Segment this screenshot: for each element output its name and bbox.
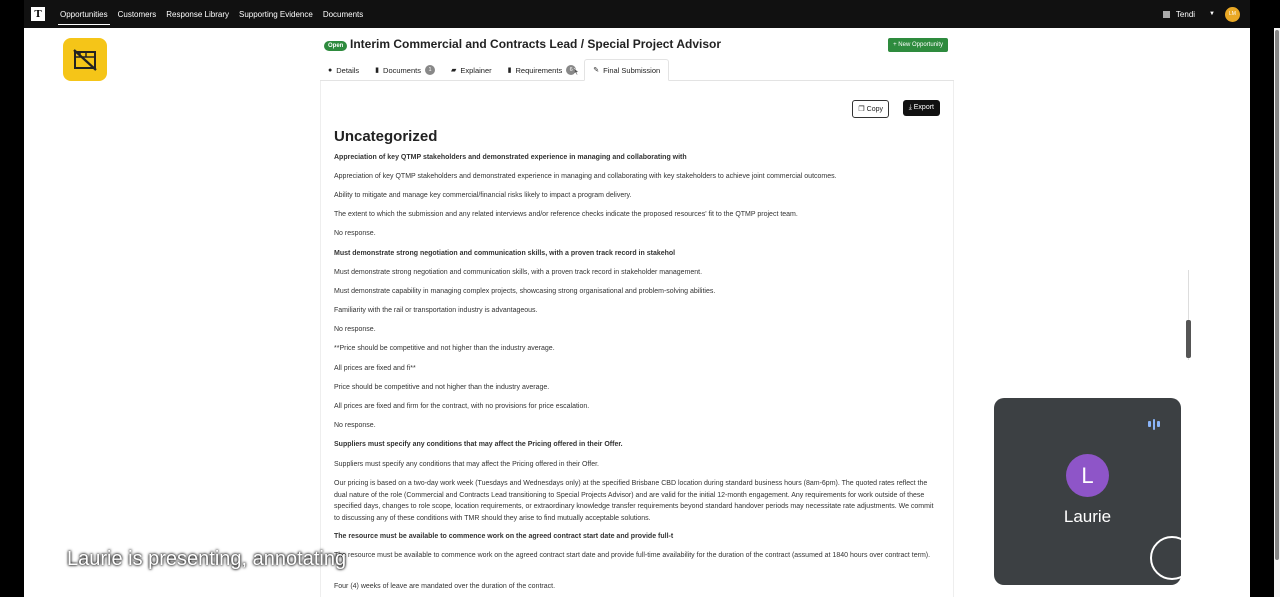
nav-documents[interactable]: Documents — [318, 0, 368, 28]
chevron-down-icon[interactable]: ▼ — [1209, 11, 1215, 17]
nav-opportunities[interactable]: Opportunities — [55, 0, 113, 28]
nav-customers[interactable]: Customers — [113, 0, 162, 28]
export-button[interactable]: ⤓ Export — [902, 100, 940, 116]
info-icon: ● — [328, 66, 333, 74]
copy-button[interactable]: ❐ Copy — [852, 100, 889, 118]
audio-level-icon — [1143, 413, 1165, 435]
annotation-ring — [1150, 536, 1194, 580]
requirement-heading: The resource must be available to commen… — [334, 533, 674, 540]
tab-bar: ● Details ▮ Documents 1 ▰ Explainer ▮ Re… — [320, 59, 954, 81]
section-heading: Uncategorized — [334, 128, 438, 145]
response-paragraph: Our pricing is based on a two-day work w… — [334, 480, 934, 522]
page-title: Interim Commercial and Contracts Lead / … — [350, 37, 721, 51]
tab-documents[interactable]: ▮ Documents 1 — [367, 59, 443, 81]
tab-details[interactable]: ● Details — [320, 59, 367, 81]
tab-explainer[interactable]: ▰ Explainer — [443, 59, 500, 81]
video-off-icon — [73, 48, 97, 71]
clipboard-icon: ▮ — [507, 67, 512, 74]
response-paragraph: No response. — [334, 230, 376, 237]
copy-icon: ❐ — [858, 106, 865, 113]
requirement-heading: Must demonstrate strong negotiation and … — [334, 250, 676, 257]
response-paragraph: Appreciation of key QTMP stakeholders an… — [334, 173, 837, 180]
requirement-heading: Appreciation of key QTMP stakeholders an… — [334, 154, 687, 161]
pen-icon: ✎ — [593, 67, 600, 74]
presenter-avatar: L — [1066, 454, 1109, 497]
tab-label: Explainer — [460, 65, 492, 75]
response-paragraph: No response. — [334, 422, 376, 429]
nav-response-library[interactable]: Response Library — [161, 0, 234, 28]
count-badge: 1 — [424, 65, 435, 75]
tab-final-submission[interactable]: ✎ Final Submission — [584, 59, 670, 81]
final-submission-panel: ❐ Copy ⤓ Export Uncategorized Appreciati… — [320, 81, 954, 597]
avatar[interactable]: LM — [1225, 6, 1240, 22]
export-label: Export — [913, 104, 934, 111]
book-icon: ▰ — [450, 67, 457, 74]
scrollbar-thumb[interactable] — [1275, 30, 1279, 560]
user-menu[interactable]: Tendi ▼ LM — [1162, 6, 1250, 22]
opportunity-header: Open Interim Commercial and Contracts Le… — [324, 37, 948, 59]
top-nav: T Opportunities Customers Response Libra… — [24, 0, 1250, 28]
status-badge: Open — [324, 41, 348, 51]
tab-label: Documents — [383, 65, 421, 75]
mouse-cursor-icon — [574, 68, 580, 75]
response-paragraph: Must demonstrate capability in managing … — [334, 288, 716, 295]
presenter-name: Laurie — [1063, 507, 1112, 526]
response-paragraph: All prices are fixed and fi** — [334, 365, 416, 372]
tab-requirements[interactable]: ▮ Requirements 6 — [500, 59, 585, 81]
user-name: Tendi — [1175, 9, 1196, 19]
response-paragraph: **Price should be competitive and not hi… — [334, 345, 555, 352]
download-icon: ⤓ — [908, 104, 912, 111]
response-paragraph: Suppliers must specify any conditions th… — [334, 461, 599, 468]
presenting-caption: Laurie is presenting, annotating — [67, 548, 347, 570]
document-icon: ▮ — [375, 67, 380, 74]
response-paragraph: Familiarity with the rail or transportat… — [334, 307, 538, 314]
copy-label: Copy — [866, 106, 883, 113]
app-logo[interactable]: T — [31, 7, 45, 21]
page-scrollbar[interactable] — [1274, 28, 1280, 597]
response-paragraph: The extent to which the submission and a… — [334, 211, 798, 218]
app-icon[interactable] — [63, 38, 107, 81]
inner-scrollbar[interactable] — [1185, 270, 1192, 360]
requirement-heading: Suppliers must specify any conditions th… — [334, 441, 623, 448]
tab-label: Final Submission — [603, 65, 661, 75]
tab-label: Requirements — [515, 65, 563, 75]
user-icon — [1162, 10, 1170, 18]
response-paragraph: Price should be competitive and not high… — [334, 384, 550, 391]
response-paragraph: Ability to mitigate and manage key comme… — [334, 192, 632, 199]
response-paragraph: Must demonstrate strong negotiation and … — [334, 269, 703, 276]
response-paragraph: All prices are fixed and firm for the co… — [334, 403, 590, 410]
new-opportunity-button[interactable]: + New Opportunity — [888, 38, 948, 52]
tab-label: Details — [336, 65, 360, 75]
scrollbar-thumb[interactable] — [1186, 320, 1191, 358]
nav-supporting-evidence[interactable]: Supporting Evidence — [234, 0, 318, 28]
response-paragraph: Four (4) weeks of leave are mandated ove… — [334, 583, 556, 590]
response-paragraph: The resource must be available to commen… — [334, 552, 931, 559]
response-paragraph: No response. — [334, 326, 376, 333]
